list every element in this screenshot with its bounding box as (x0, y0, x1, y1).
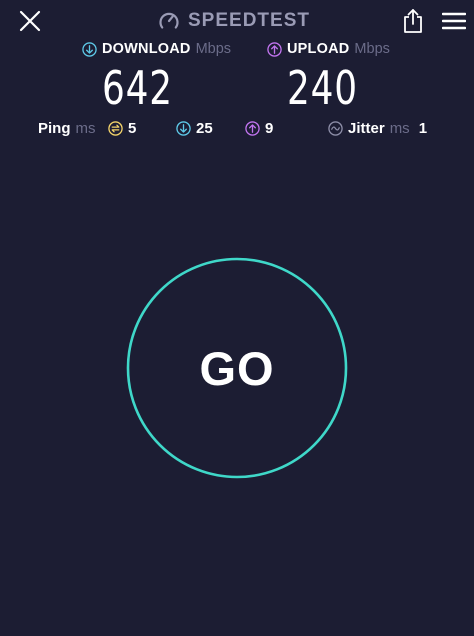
jitter-stat: Jitter ms 1 (328, 118, 427, 138)
go-button-ring (126, 257, 348, 479)
ping-stat: Ping ms (38, 118, 96, 138)
idle-latency-value: 5 (128, 119, 137, 137)
upload-speed-value: 240 (287, 61, 358, 115)
download-latency-stat: 25 (176, 118, 213, 138)
jitter-value: 1 (418, 119, 428, 137)
download-unit: Mbps (195, 41, 232, 57)
arrow-up-circle-icon (267, 41, 282, 57)
jitter-unit: ms (389, 119, 410, 137)
brand-logo: SPEEDTEST (158, 8, 310, 34)
idle-latency-icon (108, 120, 123, 136)
upload-latency-stat: 9 (245, 118, 273, 138)
upload-header: UPLOAD Mbps (267, 40, 390, 58)
download-speed-value: 642 (102, 61, 173, 115)
hamburger-menu-icon[interactable] (442, 11, 466, 31)
jitter-wave-icon (328, 120, 343, 136)
upload-unit: Mbps (354, 41, 390, 57)
go-button[interactable] (126, 257, 348, 479)
latency-stats-row: Ping ms 5 25 9 Jitter ms 1 (0, 118, 474, 138)
download-latency-value: 25 (196, 119, 213, 137)
share-icon[interactable] (401, 8, 425, 34)
download-header: DOWNLOAD Mbps (82, 40, 231, 58)
idle-latency-stat: 5 (108, 118, 136, 138)
jitter-label: Jitter (348, 119, 385, 137)
arrow-up-circle-icon (245, 120, 260, 136)
upload-label: UPLOAD (287, 41, 350, 57)
download-label: DOWNLOAD (102, 41, 191, 57)
close-icon[interactable] (18, 9, 42, 33)
app-title: SPEEDTEST (188, 10, 310, 31)
arrow-down-circle-icon (176, 120, 191, 136)
speedometer-icon (159, 12, 179, 29)
ping-unit: ms (75, 119, 96, 137)
upload-latency-value: 9 (265, 119, 274, 137)
top-bar: SPEEDTEST (0, 0, 474, 40)
arrow-down-circle-icon (82, 41, 97, 57)
ping-label: Ping (38, 119, 71, 137)
